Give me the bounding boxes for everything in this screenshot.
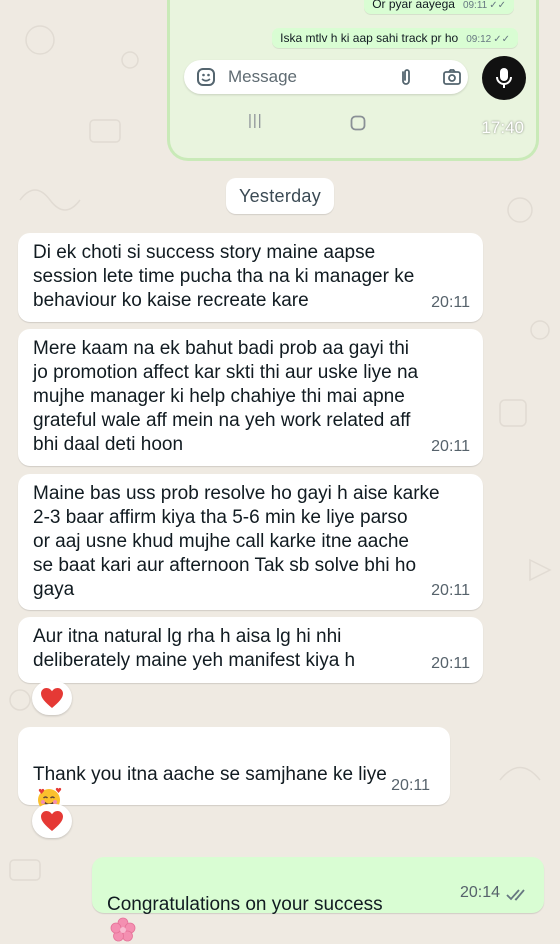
- microphone-icon: [482, 56, 526, 100]
- message-text: Thank you itna aache se samjhane ke liye: [33, 764, 387, 785]
- camera-icon: [443, 69, 461, 85]
- date-separator: Yesterday: [226, 178, 334, 214]
- embedded-message-text: Or pyar aayega: [372, 0, 455, 11]
- double-check-icon: [506, 889, 525, 901]
- embedded-chat-screenshot: Or pyar aayega 09:11 ✓✓ Iska mtlv h ki aap…: [170, 0, 536, 158]
- recents-icon: |||: [248, 112, 263, 129]
- embedded-message-input: Message: [184, 60, 468, 94]
- incoming-message[interactable]: Aur itna natural lg rha h aisa lg hi nhi…: [18, 617, 483, 683]
- embedded-message: Or pyar aayega 09:11 ✓✓: [364, 0, 514, 14]
- embedded-message-time: 09:12: [466, 34, 492, 45]
- message-time: 20:11: [431, 582, 470, 599]
- message-time: 20:14: [459, 884, 500, 901]
- embedded-message: Iska mtlv h ki aap sahi track pr ho 09:12…: [272, 28, 518, 48]
- message-text: Congratulations on your success: [107, 894, 383, 915]
- incoming-message[interactable]: Di ek choti si success story maine aapse…: [18, 233, 483, 322]
- cherry-blossom-icon: [110, 917, 136, 942]
- message-text: Maine bas uss prob resolve ho gayi h ais…: [33, 483, 440, 600]
- message-time: 20:11: [431, 438, 470, 455]
- message-time: 20:11: [431, 655, 470, 672]
- incoming-message[interactable]: Mere kaam na ek bahut badi prob aa gayi …: [18, 329, 483, 466]
- red-heart-icon: [41, 811, 63, 831]
- embedded-message-time: 09:11: [462, 0, 488, 11]
- outgoing-message[interactable]: Congratulations on your success 20:14: [92, 857, 544, 942]
- message-text: Di ek choti si success story maine aapse…: [33, 242, 415, 311]
- embedded-status-time: 17:40: [481, 118, 524, 137]
- double-check-icon: ✓✓: [493, 34, 510, 45]
- heart-reaction[interactable]: [32, 804, 72, 838]
- home-icon: [350, 115, 366, 131]
- attach-icon: [402, 69, 410, 85]
- message-time: 20:11: [431, 294, 470, 311]
- embedded-message-text: Iska mtlv h ki aap sahi track pr ho: [280, 31, 459, 45]
- message-text: Mere kaam na ek bahut badi prob aa gayi …: [33, 338, 419, 455]
- heart-reaction[interactable]: [32, 681, 72, 715]
- emoji-icon: [197, 68, 215, 86]
- double-check-icon: ✓✓: [489, 0, 506, 11]
- message-time: 20:11: [391, 777, 430, 794]
- incoming-message[interactable]: Thank you itna aache se samjhane ke liye…: [18, 727, 450, 811]
- incoming-message[interactable]: Maine bas uss prob resolve ho gayi h ais…: [18, 474, 483, 610]
- message-text: Aur itna natural lg rha h aisa lg hi nhi…: [33, 626, 356, 671]
- red-heart-icon: [41, 688, 63, 708]
- embedded-input-placeholder: Message: [228, 67, 297, 86]
